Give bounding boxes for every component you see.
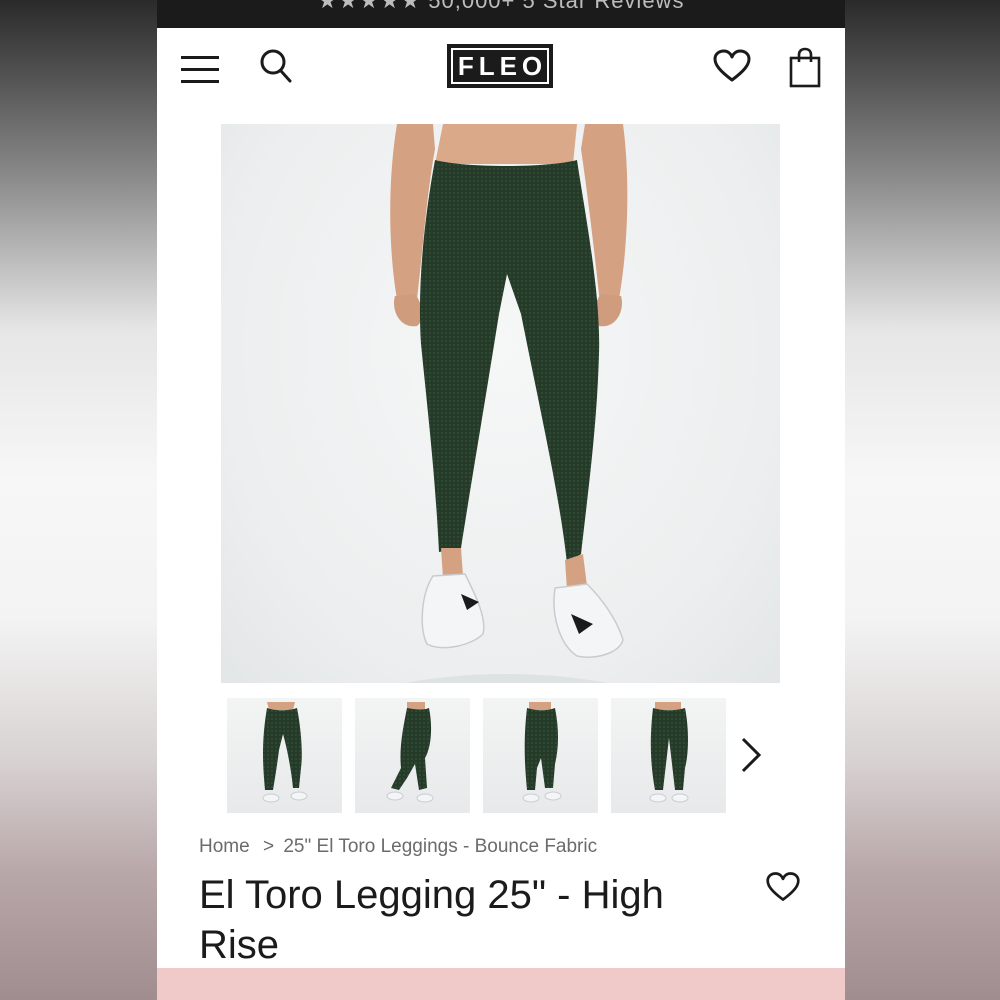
promo-bar: ★★★★★ 50,000+ 5 Star Reviews — [157, 0, 845, 28]
heart-icon[interactable] — [712, 48, 752, 84]
logo-text: FLEO — [451, 48, 549, 84]
thumbnail-image[interactable] — [483, 698, 598, 813]
chevron-right-icon[interactable] — [735, 736, 765, 774]
breadcrumb-home-link[interactable]: Home — [199, 836, 250, 857]
thumbnail-image[interactable] — [611, 698, 726, 813]
main-product-image[interactable] — [221, 124, 780, 683]
product-title: El Toro Legging 25" - High Rise — [199, 873, 664, 967]
breadcrumb-separator: > — [262, 836, 275, 857]
search-icon[interactable] — [259, 48, 295, 86]
breadcrumb: Home > 25" El Toro Leggings - Bounce Fab… — [199, 836, 597, 858]
thumbnail-image[interactable] — [227, 698, 342, 813]
thumbnail-image[interactable] — [355, 698, 470, 813]
site-header: FLEO — [157, 28, 845, 108]
promo-text: ★★★★★ 50,000+ 5 Star Reviews — [317, 0, 685, 13]
pink-banner — [157, 968, 845, 1000]
hamburger-menu-icon[interactable] — [179, 52, 221, 86]
thumbnail-strip — [227, 698, 787, 813]
breadcrumb-category-link[interactable]: 25" El Toro Leggings - Bounce Fabric — [283, 836, 597, 857]
logo[interactable]: FLEO — [447, 44, 553, 88]
product-page: ★★★★★ 50,000+ 5 Star Reviews FLEO Home >… — [157, 0, 845, 1000]
heart-icon[interactable] — [765, 870, 801, 904]
shopping-bag-icon[interactable] — [787, 46, 823, 88]
